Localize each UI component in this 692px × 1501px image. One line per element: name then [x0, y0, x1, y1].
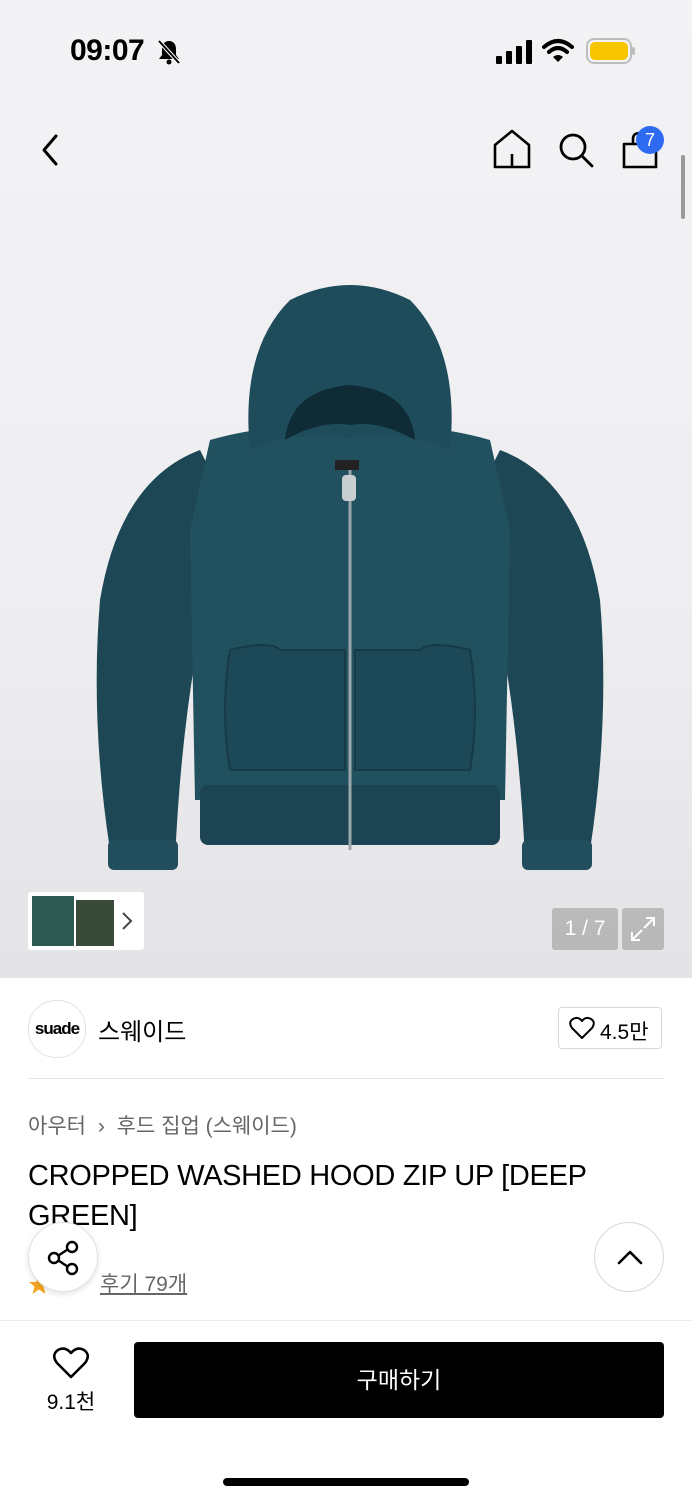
wifi-icon [542, 39, 574, 62]
heart-icon [569, 1016, 595, 1039]
cart-count-badge: 7 [636, 126, 664, 154]
expand-icon [631, 917, 655, 941]
image-counter: 1 / 7 [552, 908, 618, 950]
buy-button[interactable]: 구매하기 [134, 1342, 664, 1418]
bell-muted-icon [157, 39, 181, 65]
expand-button[interactable] [622, 908, 664, 950]
product-photo [96, 285, 604, 870]
home-indicator [223, 1478, 469, 1486]
share-icon [47, 1240, 79, 1276]
status-time: 09:07 [70, 34, 145, 67]
product-title: CROPPED WASHED HOOD ZIP UP [DEEP GREEN] [28, 1160, 587, 1232]
wishlist-count: 9.1천 [46, 1391, 96, 1414]
signal-icon [496, 40, 532, 64]
divider [28, 1078, 664, 1079]
breadcrumb-subcategory[interactable]: 후드 집업 (스웨이드) [117, 1115, 297, 1138]
thumbnail-image[interactable] [32, 896, 74, 946]
battery-icon [586, 38, 635, 64]
chevron-right-icon[interactable] [120, 910, 134, 932]
scroll-top-button[interactable] [594, 1222, 664, 1292]
wishlist-heart-icon[interactable] [52, 1346, 90, 1380]
brand-logo[interactable]: suade [28, 1000, 86, 1058]
brand-name[interactable]: 스웨이드 [98, 1012, 186, 1047]
review-link[interactable]: 후기 79개 [100, 1268, 187, 1298]
home-icon[interactable] [492, 128, 532, 170]
search-icon[interactable] [556, 130, 596, 170]
thumbnail-strip[interactable] [28, 892, 144, 950]
scroll-indicator [681, 155, 685, 219]
back-arrow-icon[interactable] [34, 130, 66, 170]
breadcrumb-separator-icon: › [97, 1115, 105, 1138]
breadcrumb: 아우터 › 후드 집업 (스웨이드) [28, 1110, 297, 1140]
breadcrumb-category[interactable]: 아우터 [28, 1115, 86, 1138]
thumbnail-image[interactable] [76, 900, 114, 946]
chevron-up-icon [617, 1250, 643, 1265]
brand-like-count: 4.5만 [600, 1021, 649, 1044]
share-button[interactable] [28, 1222, 98, 1292]
